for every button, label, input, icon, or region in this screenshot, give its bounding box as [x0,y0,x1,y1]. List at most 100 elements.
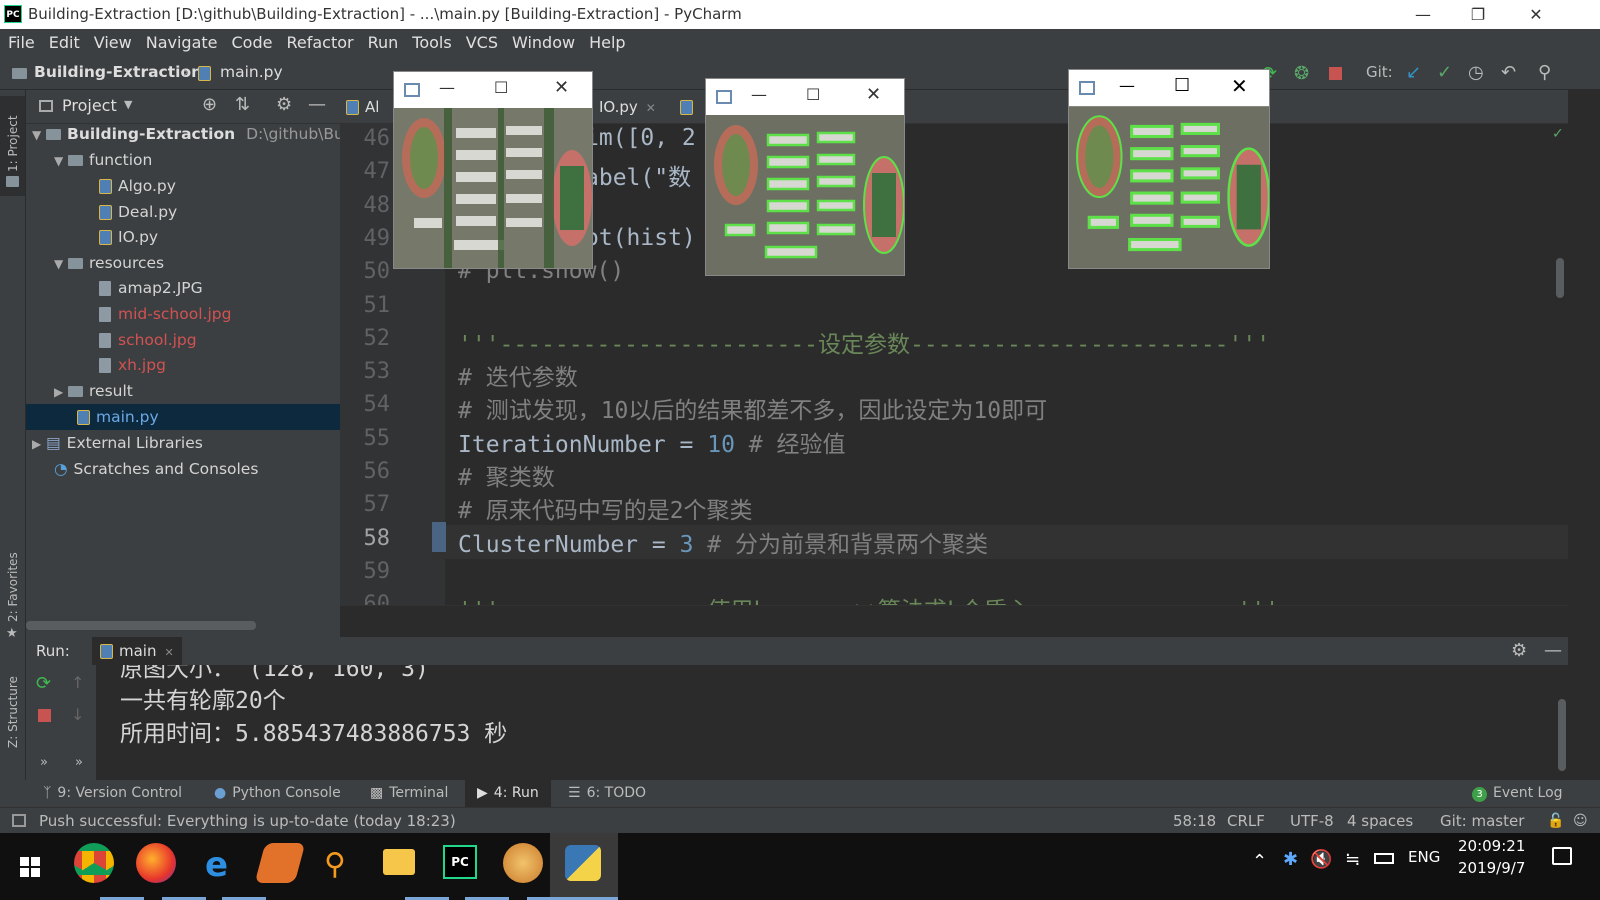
status-message[interactable]: Push successful: Everything is up-to-dat… [39,808,456,834]
tab-terminal[interactable]: ▩ Terminal [370,780,448,807]
menu-view[interactable]: View [87,29,139,57]
code-line[interactable]: # 测试发现，10以后的结果都差不多，因此设定为10即可 [458,391,1047,425]
clock-date[interactable]: 2019/9/7 [1458,859,1525,877]
code-line[interactable]: ClusterNumber = 3 # 分为前景和背景两个聚类 [458,525,988,559]
image-window-result[interactable]: — ☐ ✕ [1068,69,1270,269]
menu-navigate[interactable]: Navigate [139,29,225,57]
line-separator[interactable]: CRLF [1227,808,1265,834]
tab-algo[interactable]: Al [346,90,379,124]
menu-window[interactable]: Window [505,29,582,57]
firefox-icon[interactable] [136,843,176,883]
hide-panel-icon[interactable]: — [1544,637,1562,665]
locate-icon[interactable]: ⊕ [202,94,217,115]
horizontal-scrollbar[interactable] [26,621,256,630]
game-icon[interactable] [503,843,543,883]
close-icon[interactable]: ✕ [554,77,569,98]
structure-tool-label[interactable]: Z: Structure [6,676,20,748]
chevron-up-icon[interactable]: ⌃ [1252,851,1267,872]
run-tab-main[interactable]: main ✕ [92,637,182,665]
maximize-icon[interactable]: ☐ [494,78,508,97]
notification-icon[interactable] [1552,847,1572,865]
rerun-icon[interactable]: ⟳ [36,673,51,694]
tree-folder-resources[interactable]: ▼ resources [54,250,164,276]
search-app-icon[interactable]: ⚲ [324,845,346,885]
menu-refactor[interactable]: Refactor [279,29,360,57]
caret-position[interactable]: 58:18 [1173,808,1216,834]
menu-code[interactable]: Code [225,29,280,57]
code-line[interactable]: im([0, 2 [585,125,696,151]
panel-toggle-icon[interactable] [12,814,26,827]
tree-file-selected[interactable]: main.py [26,404,340,430]
close-tab-icon[interactable]: ✕ [164,646,173,659]
vertical-scrollbar[interactable] [1556,258,1564,298]
input-language[interactable]: ENG [1408,848,1440,866]
tree-external-libraries[interactable]: ▶ ▤ External Libraries [32,430,203,456]
tree-file[interactable]: Algo.py [99,173,176,199]
git-branch[interactable]: Git: master [1440,808,1524,834]
maximize-icon[interactable]: ☐ [806,85,820,104]
menu-edit[interactable]: Edit [42,29,87,57]
stop-icon[interactable] [1329,67,1342,80]
tree-file[interactable]: amap2.JPG [99,275,203,301]
code-line[interactable]: ot(hist) [585,225,696,251]
tree-folder-result[interactable]: ▶ result [54,378,133,404]
image-window-original[interactable]: — ☐ ✕ [393,71,593,269]
indent-setting[interactable]: 4 spaces [1347,808,1413,834]
wifi-icon[interactable]: ≒ [1345,849,1360,870]
tree-file[interactable]: mid-school.jpg [99,301,231,327]
close-button[interactable]: ✕ [1513,0,1559,29]
tab-main[interactable] [680,90,699,124]
matlab-icon[interactable] [254,843,306,883]
minimize-button[interactable]: — [1400,0,1446,29]
hide-panel-icon[interactable]: — [308,94,326,115]
restore-button[interactable]: ❐ [1455,0,1501,29]
maximize-icon[interactable]: ☐ [1174,75,1190,96]
menu-file[interactable]: File [0,29,42,57]
revert-icon[interactable]: ↶ [1501,62,1516,83]
more-icon[interactable]: » [75,755,83,770]
menu-tools[interactable]: Tools [405,29,458,57]
bluetooth-icon[interactable]: ✱ [1283,849,1298,870]
debug-icon[interactable]: ❂ [1294,63,1309,84]
search-icon[interactable]: ⚲ [1538,62,1551,83]
console-scrollbar[interactable] [1558,699,1566,771]
edge-icon[interactable]: e [205,845,228,885]
tree-root[interactable]: ▼ Building-Extraction D:\github\Build [32,121,362,147]
tree-folder-function[interactable]: ▼ function [54,147,152,173]
down-arrow-icon[interactable]: ↓ [71,705,84,724]
code-line[interactable]: IterationNumber = 10 # 经验值 [458,425,846,459]
git-commit-icon[interactable]: ✓ [1437,62,1452,83]
tab-version-control[interactable]: ᛉ 9: Version Control [43,780,182,807]
collapse-all-icon[interactable]: ⇅ [235,94,250,115]
volume-muted-icon[interactable]: 🔇 [1310,849,1332,870]
favorites-tool-label[interactable]: 2: Favorites [6,552,20,622]
battery-icon[interactable] [1374,853,1394,864]
project-tool-window-button[interactable]: 1: Project [0,96,25,196]
stop-icon[interactable] [38,709,51,722]
tab-python-console[interactable]: ● Python Console [214,780,341,807]
python-app-taskbar-button[interactable] [550,833,618,900]
project-view-dropdown[interactable]: Project [62,96,117,115]
tree-file[interactable]: Deal.py [99,199,177,225]
minimize-icon[interactable]: — [751,85,767,104]
gear-icon[interactable]: ⚙ [1511,637,1527,665]
git-update-icon[interactable]: ↙ [1406,62,1421,83]
explorer-icon[interactable] [383,849,415,875]
code-line[interactable]: '''-----------------------设定参数----------… [458,325,1270,359]
up-arrow-icon[interactable]: ↑ [71,673,84,692]
event-log-button[interactable]: 3 Event Log [1472,780,1563,807]
tab-todo[interactable]: ☰ 6: TODO [568,780,646,807]
breadcrumb-file[interactable]: main.py [220,63,283,81]
menu-vcs[interactable]: VCS [459,29,505,57]
close-icon[interactable]: ✕ [1231,74,1248,98]
tree-file[interactable]: IO.py [99,224,158,250]
tab-run[interactable]: ▶ 4: Run [465,780,551,807]
image-window-contours[interactable]: — ☐ ✕ [705,78,905,276]
code-line[interactable]: # 迭代参数 [458,358,578,392]
pycharm-icon[interactable]: PC [443,845,477,879]
chrome-icon[interactable] [74,843,114,883]
code-line[interactable]: # 原来代码中写的是2个聚类 [458,491,753,525]
tree-file[interactable]: school.jpg [99,327,197,353]
close-icon[interactable]: ✕ [866,84,881,105]
inspector-icon[interactable]: ☺ [1573,808,1588,834]
